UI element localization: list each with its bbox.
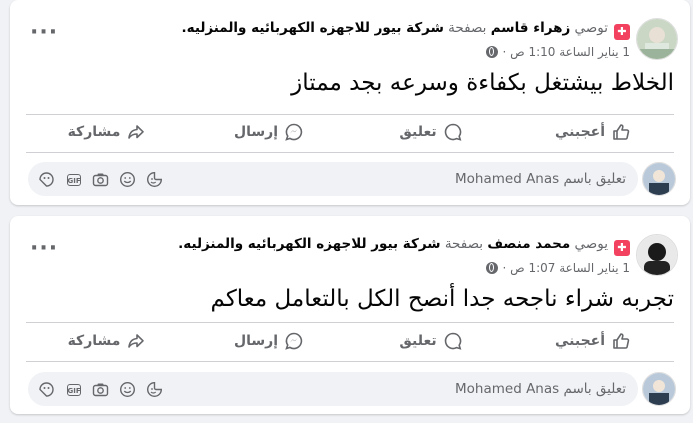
more-options-icon[interactable]: ··· [30, 22, 58, 44]
recommend-icon: ✚ [614, 24, 630, 40]
sticker-icon[interactable] [38, 171, 55, 188]
page-name[interactable]: شركة بيور للاجهزه الكهربائيه والمنزليه. [178, 236, 440, 252]
share-icon [126, 122, 146, 142]
comment-placeholder: تعليق باسم Mohamed Anas [455, 171, 626, 187]
post-card: ✚ يوصي محمد منصف بصفحة شركة بيور للاجهزه… [10, 216, 690, 414]
share-icon [126, 331, 146, 351]
share-button[interactable]: مشاركة [26, 324, 188, 358]
avatar-sticker-icon[interactable] [146, 171, 163, 188]
share-button[interactable]: مشاركة [26, 115, 188, 149]
comment-input[interactable]: تعليق باسم Mohamed Anas GIF [28, 162, 638, 196]
comment-label: تعليق [399, 333, 437, 349]
like-label: أعجبني [554, 333, 606, 349]
share-label: مشاركة [67, 124, 121, 140]
send-icon [284, 331, 304, 351]
like-icon [611, 331, 631, 351]
comment-button[interactable]: تعليق [350, 115, 512, 149]
comment-tools: GIF [38, 171, 163, 188]
send-label: إرسال [233, 124, 279, 140]
commenter-avatar [642, 162, 676, 196]
post-text: الخلاط بيشتغل بكفاءة وسرعه بجد ممتاز [291, 70, 674, 96]
send-button[interactable]: إرسال [188, 324, 350, 358]
commenter-avatar [642, 372, 676, 406]
more-options-icon[interactable]: ··· [30, 238, 58, 260]
emoji-icon[interactable] [119, 381, 136, 398]
comment-label: تعليق [399, 124, 437, 140]
comment-input[interactable]: تعليق باسم Mohamed Anas GIF [28, 372, 638, 406]
globe-icon [486, 262, 499, 274]
page-name[interactable]: شركة بيور للاجهزه الكهربائيه والمنزليه. [182, 20, 444, 36]
post-header: توصي زهراء قاسم بصفحة شركة بيور للاجهزه … [182, 20, 609, 36]
post-card: ✚ توصي زهراء قاسم بصفحة شركة بيور للاجهز… [10, 0, 690, 205]
divider [26, 322, 674, 323]
post-timestamp[interactable]: 1 يناير الساعة 1:07 ص · [486, 261, 630, 275]
action-bar: أعجبني تعليق إرسال مشاركة [26, 115, 674, 149]
post-header: يوصي محمد منصف بصفحة شركة بيور للاجهزه ا… [178, 236, 608, 252]
divider [26, 152, 674, 153]
gif-icon[interactable]: GIF [65, 381, 82, 398]
action-bar: أعجبني تعليق إرسال مشاركة [26, 324, 674, 358]
author-avatar[interactable] [636, 18, 678, 60]
like-label: أعجبني [554, 124, 606, 140]
on-page-label: بصفحة [444, 236, 484, 252]
comment-icon [443, 331, 463, 351]
share-label: مشاركة [67, 333, 121, 349]
sticker-icon[interactable] [38, 381, 55, 398]
author-name[interactable]: زهراء قاسم [491, 20, 571, 36]
recommends-label: توصي [574, 20, 608, 36]
comment-placeholder: تعليق باسم Mohamed Anas [455, 381, 626, 397]
send-label: إرسال [233, 333, 279, 349]
recommend-icon: ✚ [614, 240, 630, 256]
send-button[interactable]: إرسال [188, 115, 350, 149]
post-timestamp[interactable]: 1 يناير الساعة 1:10 ص · [486, 45, 630, 59]
gif-icon[interactable]: GIF [65, 171, 82, 188]
globe-icon [486, 46, 499, 58]
emoji-icon[interactable] [119, 171, 136, 188]
comment-button[interactable]: تعليق [350, 324, 512, 358]
like-button[interactable]: أعجبني [512, 115, 674, 149]
like-icon [611, 122, 631, 142]
timestamp-text: 1 يناير الساعة 1:10 ص · [502, 45, 630, 59]
timestamp-text: 1 يناير الساعة 1:07 ص · [502, 261, 630, 275]
divider [26, 361, 674, 362]
send-icon [284, 122, 304, 142]
camera-icon[interactable] [92, 381, 109, 398]
comment-tools: GIF [38, 381, 163, 398]
author-avatar[interactable] [636, 234, 678, 276]
like-button[interactable]: أعجبني [512, 324, 674, 358]
avatar-sticker-icon[interactable] [146, 381, 163, 398]
post-text: تجربه شراء ناجحه جدا أنصح الكل بالتعامل … [210, 286, 674, 312]
on-page-label: بصفحة [448, 20, 487, 36]
author-name[interactable]: محمد منصف [487, 236, 570, 252]
comment-icon [443, 122, 463, 142]
camera-icon[interactable] [92, 171, 109, 188]
recommends-label: يوصي [574, 236, 608, 252]
